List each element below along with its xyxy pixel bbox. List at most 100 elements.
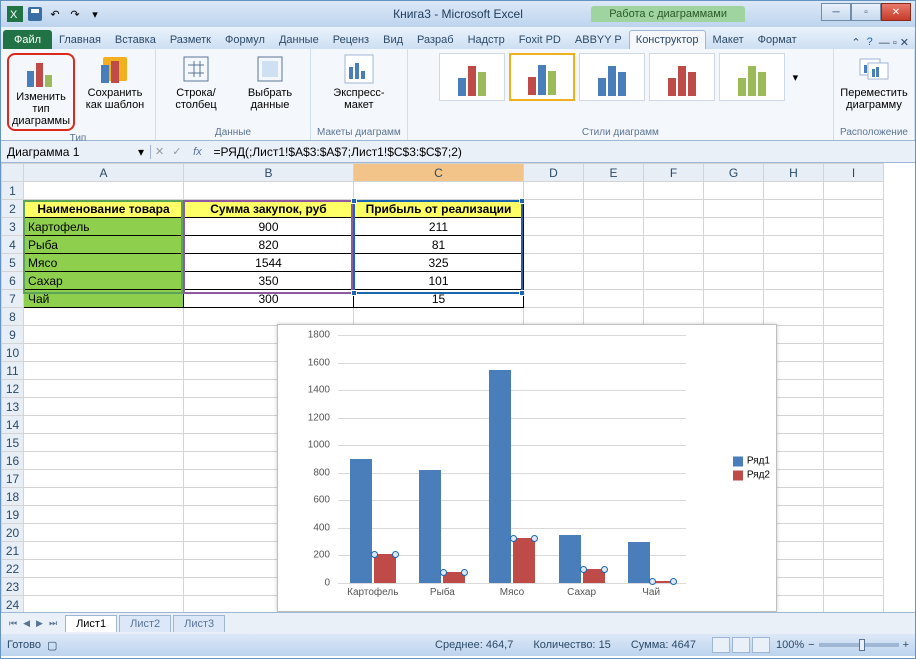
switch-row-column-button[interactable]: Строка/столбец [162, 53, 230, 111]
cell[interactable] [584, 236, 644, 254]
column-header[interactable]: G [704, 164, 764, 182]
redo-icon[interactable]: ↷ [67, 6, 83, 22]
select-data-button[interactable]: Выбрать данные [236, 53, 304, 111]
chart-bar[interactable] [652, 581, 674, 583]
cell[interactable] [24, 416, 184, 434]
zoom-in-button[interactable]: + [903, 639, 909, 651]
chart-style-thumb[interactable] [719, 53, 785, 101]
cell[interactable]: 350 [184, 272, 354, 290]
cell[interactable] [584, 272, 644, 290]
tab-разметк[interactable]: Разметк [163, 30, 218, 49]
qat-dropdown-icon[interactable]: ▾ [87, 6, 103, 22]
cell[interactable] [824, 326, 884, 344]
tab-надстр[interactable]: Надстр [461, 30, 512, 49]
column-header[interactable]: F [644, 164, 704, 182]
column-header[interactable]: H [764, 164, 824, 182]
cell[interactable] [524, 290, 584, 308]
name-box[interactable]: Диаграмма 1 ▾ [1, 145, 151, 159]
row-header[interactable]: 6 [2, 272, 24, 290]
chart-legend[interactable]: Ряд1Ряд2 [733, 453, 770, 484]
cell[interactable]: 820 [184, 236, 354, 254]
undo-icon[interactable]: ↶ [47, 6, 63, 22]
row-header[interactable]: 14 [2, 416, 24, 434]
cell[interactable] [824, 290, 884, 308]
cell[interactable] [824, 200, 884, 218]
cell[interactable] [824, 398, 884, 416]
tab-разраб[interactable]: Разраб [410, 30, 461, 49]
cell[interactable] [824, 506, 884, 524]
column-header[interactable]: I [824, 164, 884, 182]
minimize-ribbon-icon[interactable]: ⌃ [851, 36, 860, 49]
row-header[interactable]: 15 [2, 434, 24, 452]
cell[interactable] [24, 326, 184, 344]
cell[interactable] [824, 416, 884, 434]
cell[interactable] [524, 308, 584, 326]
tab-chart-конструктор[interactable]: Конструктор [629, 30, 706, 49]
move-chart-button[interactable]: Переместить диаграмму [840, 53, 908, 111]
cell[interactable] [824, 542, 884, 560]
chart-bar[interactable] [628, 542, 650, 583]
row-header[interactable]: 16 [2, 452, 24, 470]
zoom-level[interactable]: 100% [776, 639, 804, 651]
cell[interactable] [824, 578, 884, 596]
cell[interactable] [824, 344, 884, 362]
cell[interactable]: 15 [354, 290, 524, 308]
row-header[interactable]: 20 [2, 524, 24, 542]
styles-more-icon[interactable]: ▾ [789, 71, 803, 84]
column-header[interactable]: D [524, 164, 584, 182]
close-button[interactable]: ✕ [881, 3, 911, 21]
cancel-formula-icon[interactable]: ✕ [151, 145, 168, 158]
worksheet-grid[interactable]: ABCDEFGHI12Наименование товараСумма заку… [1, 163, 915, 612]
cell[interactable] [24, 578, 184, 596]
formula-bar[interactable]: =РЯД(;Лист1!$A$3:$A$7;Лист1!$C$3:$C$7;2) [209, 145, 915, 159]
cell[interactable] [644, 182, 704, 200]
cell[interactable] [184, 182, 354, 200]
cell[interactable] [24, 452, 184, 470]
cell[interactable] [24, 308, 184, 326]
row-header[interactable]: 11 [2, 362, 24, 380]
row-header[interactable]: 21 [2, 542, 24, 560]
cell[interactable]: 81 [354, 236, 524, 254]
cell[interactable] [824, 488, 884, 506]
cell[interactable] [764, 218, 824, 236]
cell[interactable] [764, 200, 824, 218]
cell[interactable] [24, 524, 184, 542]
sheet-tab[interactable]: Лист1 [65, 615, 117, 632]
cell[interactable] [824, 182, 884, 200]
cell[interactable]: 300 [184, 290, 354, 308]
tab-foxit pd[interactable]: Foxit PD [512, 30, 568, 49]
row-header[interactable]: 5 [2, 254, 24, 272]
cell[interactable] [524, 182, 584, 200]
fx-icon[interactable]: fx [185, 146, 209, 158]
chart-bar[interactable] [513, 538, 535, 583]
view-page-break[interactable] [752, 637, 770, 653]
cell[interactable] [704, 254, 764, 272]
cell[interactable] [764, 308, 824, 326]
cell[interactable] [824, 380, 884, 398]
cell[interactable]: Мясо [24, 254, 184, 272]
column-header[interactable]: C [354, 164, 524, 182]
chart-bar[interactable] [443, 572, 465, 583]
tab-вставка[interactable]: Вставка [108, 30, 163, 49]
row-header[interactable]: 8 [2, 308, 24, 326]
row-header[interactable]: 17 [2, 470, 24, 488]
cell[interactable] [644, 200, 704, 218]
cell[interactable] [704, 272, 764, 290]
zoom-slider[interactable] [819, 643, 899, 647]
cell[interactable] [584, 290, 644, 308]
cell[interactable] [824, 434, 884, 452]
cell[interactable]: 211 [354, 218, 524, 236]
macro-record-icon[interactable]: ▢ [47, 639, 57, 652]
cell[interactable] [584, 218, 644, 236]
save-icon[interactable] [27, 6, 43, 22]
cell[interactable] [824, 560, 884, 578]
sheet-nav-last[interactable]: ⏭ [47, 618, 59, 629]
cell[interactable] [824, 362, 884, 380]
sheet-tab[interactable]: Лист3 [173, 615, 225, 632]
chart-bar[interactable] [583, 569, 605, 583]
name-box-dropdown-icon[interactable]: ▾ [138, 145, 144, 159]
cell[interactable] [824, 236, 884, 254]
cell[interactable] [824, 470, 884, 488]
row-header[interactable]: 4 [2, 236, 24, 254]
cell[interactable] [764, 182, 824, 200]
